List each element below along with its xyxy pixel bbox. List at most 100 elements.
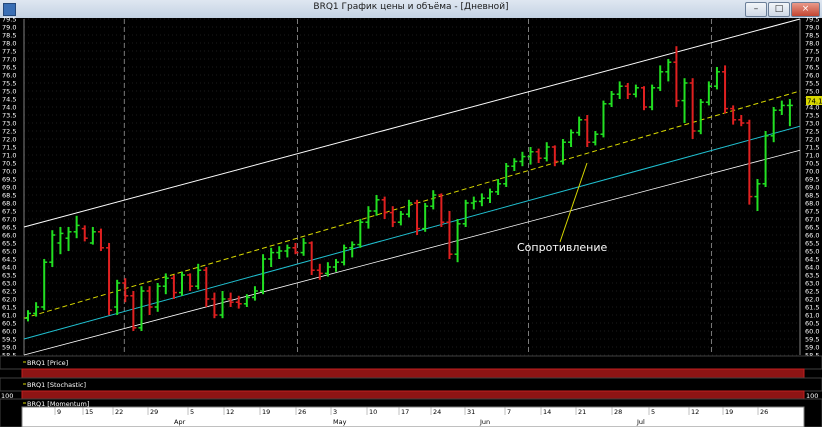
y-tick-label-left: 73.5 — [2, 112, 16, 120]
x-day-label: 5 — [190, 408, 194, 416]
stochastic-band — [21, 368, 805, 379]
momentum-band — [21, 390, 805, 400]
y-tick-label-left: 66.0 — [2, 232, 16, 240]
price-legend-pane — [0, 355, 822, 370]
x-month-label: Jun — [479, 418, 490, 426]
x-day-label: 7 — [507, 408, 511, 416]
x-day-label: 26 — [760, 408, 768, 416]
y-tick-label-left: 74.0 — [2, 104, 16, 112]
x-day-label: 15 — [85, 408, 93, 416]
y-tick-label-right: 67.0 — [805, 216, 819, 224]
y-tick-label-right: 60.0 — [805, 328, 819, 336]
y-tick-label-left: 77.0 — [2, 56, 16, 64]
x-day-label: 19 — [262, 408, 270, 416]
x-day-label: 31 — [467, 408, 475, 416]
y-tick-label-left: 77.5 — [2, 48, 16, 56]
y-tick-label-left: 70.5 — [2, 160, 16, 168]
x-axis — [21, 406, 805, 427]
y-tick-label-left: 62.0 — [2, 296, 16, 304]
y-tick-label-right: 62.5 — [805, 288, 819, 296]
y-tick-label-left: 71.5 — [2, 144, 16, 152]
x-day-label: 22 — [115, 408, 123, 416]
y-tick-label-right: 71.0 — [805, 152, 819, 160]
y-tick-label-right: 75.0 — [805, 88, 819, 96]
y-tick-label-right: 73.5 — [805, 112, 819, 120]
y-tick-label-left: 64.5 — [2, 256, 16, 264]
y-tick-label-right: 68.5 — [805, 192, 819, 200]
y-tick-label-right: 71.5 — [805, 144, 819, 152]
y-axis-right: 79.579.078.578.077.577.076.576.075.575.0… — [805, 16, 819, 360]
y-tick-label-left: 79.0 — [2, 24, 16, 32]
y-tick-label-left: 75.5 — [2, 80, 16, 88]
price-pane-label: BRQ1 [Price] — [27, 359, 68, 367]
y-tick-label-right: 63.0 — [805, 280, 819, 288]
y-tick-label-right: 77.5 — [805, 48, 819, 56]
y-tick-label-left: 65.5 — [2, 240, 16, 248]
y-tick-label-left: 78.5 — [2, 32, 16, 40]
y-tick-label-right: 68.0 — [805, 200, 819, 208]
y-tick-label-right: 73.0 — [805, 120, 819, 128]
y-tick-label-right: 76.5 — [805, 64, 819, 72]
y-tick-label-left: 64.0 — [2, 264, 16, 272]
y-tick-label-left: 63.5 — [2, 272, 16, 280]
y-tick-label-right: 72.0 — [805, 136, 819, 144]
chart-canvas: 79.579.078.578.077.577.076.576.075.575.0… — [0, 16, 822, 427]
y-tick-label-right: 72.5 — [805, 128, 819, 136]
y-tick-label-left: 75.0 — [2, 88, 16, 96]
y-tick-label-left: 71.0 — [2, 152, 16, 160]
x-month-label: May — [333, 418, 347, 426]
y-tick-label-left: 72.5 — [2, 128, 16, 136]
x-day-label: 26 — [298, 408, 306, 416]
annotation-label: Сопротивление — [517, 241, 607, 254]
y-tick-label-left: 61.0 — [2, 312, 16, 320]
y-tick-label-right: 61.0 — [805, 312, 819, 320]
y-tick-label-left: 76.0 — [2, 72, 16, 80]
y-tick-label-right: 65.0 — [805, 248, 819, 256]
y-tick-label-right: 67.5 — [805, 208, 819, 216]
x-day-label: 17 — [401, 408, 409, 416]
y-tick-label-right: 78.0 — [805, 40, 819, 48]
y-tick-label-right: 60.5 — [805, 320, 819, 328]
y-tick-label-left: 68.5 — [2, 192, 16, 200]
y-tick-label-right: 66.5 — [805, 224, 819, 232]
y-tick-label-left: 76.5 — [2, 64, 16, 72]
y-tick-label-right: 66.0 — [805, 232, 819, 240]
y-tick-label-left: 61.5 — [2, 304, 16, 312]
y-tick-label-right: 64.0 — [805, 264, 819, 272]
x-day-label: 5 — [651, 408, 655, 416]
y-tick-label-left: 66.5 — [2, 224, 16, 232]
y-tick-label-right: 76.0 — [805, 72, 819, 80]
y-tick-label-right: 69.5 — [805, 176, 819, 184]
y-tick-label-left: 60.5 — [2, 320, 16, 328]
x-month-label: Jul — [636, 418, 645, 426]
y-tick-label-left: 68.0 — [2, 200, 16, 208]
y-tick-label-right: 63.5 — [805, 272, 819, 280]
y-tick-label-left: 70.0 — [2, 168, 16, 176]
y-tick-label-left: 78.0 — [2, 40, 16, 48]
x-day-label: 12 — [691, 408, 699, 416]
stochastic-pane-label: BRQ1 [Stochastic] — [27, 381, 86, 389]
y-tick-label-left: 62.5 — [2, 288, 16, 296]
y-tick-label-right: 79.5 — [805, 16, 819, 24]
y-tick-label-right: 62.0 — [805, 296, 819, 304]
y-tick-label-left: 79.5 — [2, 16, 16, 24]
y-tick-label-left: 72.0 — [2, 136, 16, 144]
y-tick-label-right: 64.5 — [805, 256, 819, 264]
y-tick-label-right: 59.5 — [805, 336, 819, 344]
x-day-label: 9 — [57, 408, 61, 416]
x-month-label: Apr — [174, 418, 186, 426]
y-tick-label-left: 69.0 — [2, 184, 16, 192]
x-day-label: 28 — [614, 408, 622, 416]
last-price-label: 74.10 — [807, 98, 822, 106]
y-tick-label-left: 73.0 — [2, 120, 16, 128]
y-tick-label-left: 59.0 — [2, 344, 16, 352]
x-day-label: 29 — [150, 408, 158, 416]
x-day-label: 24 — [433, 408, 441, 416]
stochastic-pane — [0, 377, 822, 392]
y-tick-label-left: 63.0 — [2, 280, 16, 288]
y-tick-label-right: 78.5 — [805, 32, 819, 40]
y-tick-label-right: 65.5 — [805, 240, 819, 248]
x-day-label: 21 — [578, 408, 586, 416]
y-tick-label-right: 59.0 — [805, 344, 819, 352]
y-tick-label-right: 77.0 — [805, 56, 819, 64]
